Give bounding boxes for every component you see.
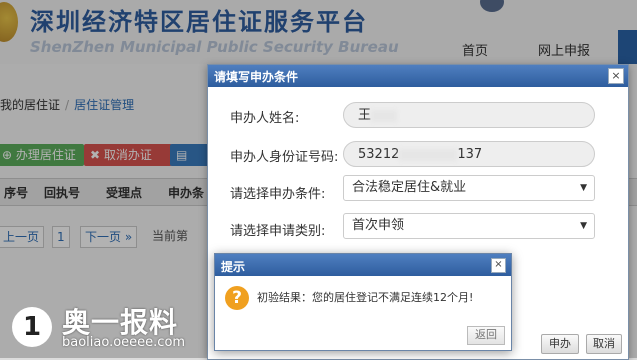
dialog-title: 请填写申办条件 bbox=[214, 70, 299, 84]
category-selected-value: 首次申领 bbox=[352, 218, 405, 233]
watermark-logo-glyph: 1 bbox=[22, 312, 42, 342]
applicant-name-label: 申办人姓名: bbox=[230, 111, 300, 126]
applicant-id-label: 申办人身份证号码: bbox=[230, 150, 339, 165]
close-icon[interactable]: × bbox=[491, 258, 506, 273]
dropdown-arrow-icon: ▼ bbox=[580, 183, 587, 193]
alert-dialog: 提示 × ? 初验结果：您的居住登记不满足连续12个月! 返回 bbox=[214, 253, 512, 351]
alert-message: 初验结果：您的居住登记不满足连续12个月! bbox=[257, 291, 474, 304]
redaction-blur bbox=[371, 109, 398, 122]
condition-selected-value: 合法稳定居住&就业 bbox=[352, 180, 467, 195]
category-select[interactable]: 首次申领 ▼ bbox=[343, 213, 595, 239]
close-icon[interactable]: × bbox=[608, 68, 624, 84]
alert-title: 提示 bbox=[221, 260, 246, 274]
condition-select[interactable]: 合法稳定居住&就业 ▼ bbox=[343, 175, 595, 201]
applicant-id-suffix: 137 bbox=[457, 147, 483, 162]
applicant-id-prefix: 53212 bbox=[358, 147, 400, 162]
question-warning-icon: ? bbox=[225, 286, 249, 310]
alert-return-button[interactable]: 返回 bbox=[467, 326, 505, 345]
redaction-blur bbox=[399, 148, 458, 161]
applicant-name-field[interactable]: 王 bbox=[343, 102, 595, 128]
applicant-id-field[interactable]: 53212 137 bbox=[343, 141, 595, 167]
category-label: 请选择申请类别: bbox=[230, 224, 326, 239]
submit-apply-button[interactable]: 申办 bbox=[541, 334, 579, 354]
condition-label: 请选择申办条件: bbox=[230, 187, 326, 202]
dialog-titlebar[interactable]: 请填写申办条件 × bbox=[208, 65, 628, 87]
alert-titlebar[interactable]: 提示 × bbox=[215, 254, 511, 276]
watermark-url: baoliao.oeeee.com bbox=[62, 335, 186, 350]
dropdown-arrow-icon: ▼ bbox=[580, 221, 587, 231]
applicant-name-value: 王 bbox=[358, 108, 372, 123]
dialog-cancel-button[interactable]: 取消 bbox=[586, 334, 622, 354]
